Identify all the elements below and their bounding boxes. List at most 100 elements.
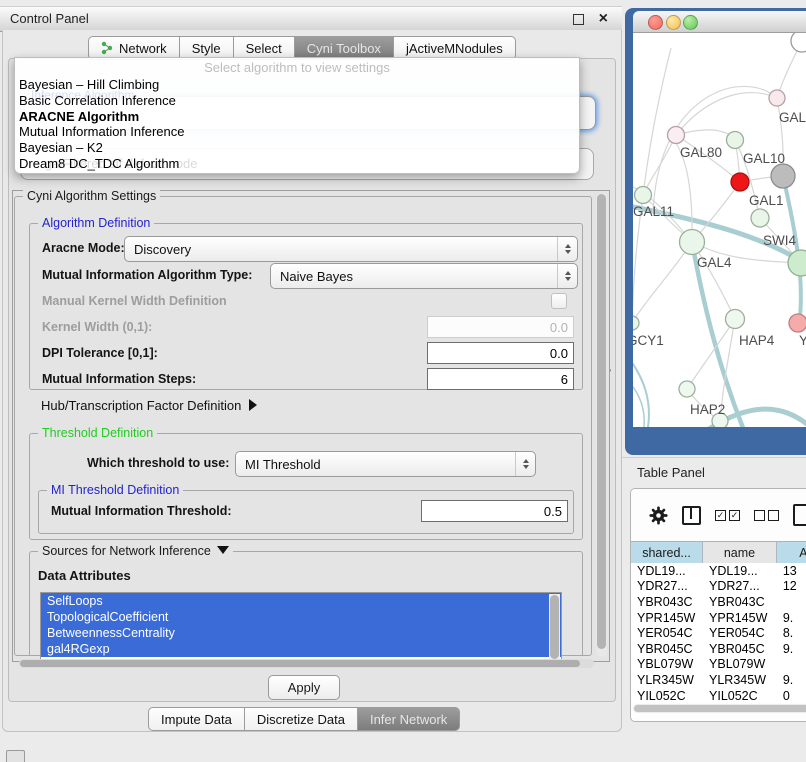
- node-label-gcy1: GCY1: [633, 333, 664, 348]
- checked-box-icon: ✓: [715, 510, 726, 521]
- tab-infer-network[interactable]: Infer Network: [358, 707, 460, 731]
- table-row[interactable]: YBL079WYBL079W: [631, 657, 806, 673]
- combo-spinner-icon[interactable]: [557, 237, 577, 261]
- combo-spinner-icon[interactable]: [557, 264, 577, 288]
- algorithm-option-dream8-dc-tdc-algorithm[interactable]: Dream8 DC_TDC Algorithm: [19, 156, 575, 172]
- table-cell: YPR145W: [703, 611, 777, 625]
- kernel-width-field[interactable]: 0.0: [427, 316, 574, 338]
- gear-icon[interactable]: [649, 506, 668, 525]
- which-threshold-combo[interactable]: MI Threshold: [235, 451, 536, 477]
- table-row[interactable]: YLR345WYLR345W9.: [631, 672, 806, 688]
- network-node[interactable]: [771, 164, 795, 188]
- tab-impute-data[interactable]: Impute Data: [148, 707, 245, 731]
- attribute-item-betweennesscentrality[interactable]: BetweennessCentrality: [41, 625, 561, 641]
- table-cell: 9.: [777, 611, 806, 625]
- settings-horizontal-scrollbar[interactable]: [19, 659, 594, 668]
- table-cell: YBL079W: [631, 657, 703, 671]
- dpi-tolerance-value: 0.0: [550, 346, 568, 361]
- network-view-window[interactable]: GALGAL80GAL10GAL1GAL11SWI4GAL4GCY1HAP4YH…: [625, 8, 806, 455]
- select-all-columns-icon[interactable]: ✓ ✓: [715, 510, 740, 521]
- network-window-titlebar[interactable]: [633, 11, 806, 33]
- network-edge: [643, 48, 671, 195]
- network-node[interactable]: [680, 230, 705, 255]
- network-node[interactable]: [633, 316, 639, 330]
- float-window-icon[interactable]: [573, 14, 584, 25]
- network-node[interactable]: [726, 310, 745, 329]
- traffic-minimize-icon[interactable]: [666, 15, 681, 30]
- attribute-item-selfloops[interactable]: SelfLoops: [41, 593, 561, 609]
- traffic-close-icon[interactable]: [648, 15, 663, 30]
- network-edge: [643, 135, 676, 195]
- mi-type-label: Mutual Information Algorithm Type:: [42, 268, 252, 282]
- attributes-scrollbar[interactable]: [549, 594, 560, 666]
- deselect-all-columns-icon[interactable]: [754, 510, 779, 521]
- hub-tf-definition-toggle[interactable]: Hub/Transcription Factor Definition: [41, 398, 257, 413]
- algorithm-definition-group: Algorithm Definition Aracne Mode: Discov…: [29, 223, 583, 390]
- tab-label: Select: [246, 41, 282, 56]
- algorithm-option-aracne-algorithm[interactable]: ARACNE Algorithm: [19, 109, 575, 125]
- apply-button[interactable]: Apply: [268, 675, 340, 700]
- column-layout-icon[interactable]: [682, 506, 701, 525]
- table-cell: YDL19...: [631, 564, 703, 578]
- table-row[interactable]: YDL19...YDL19...13: [631, 563, 806, 579]
- document-icon[interactable]: [793, 504, 806, 526]
- scrollbar-thumb[interactable]: [597, 194, 606, 649]
- attribute-item-gal4rgexp[interactable]: gal4RGexp: [41, 641, 561, 657]
- algorithm-option-mutual-information-inference[interactable]: Mutual Information Inference: [19, 124, 575, 140]
- dpi-tolerance-field[interactable]: 0.0: [427, 342, 574, 364]
- table-row[interactable]: YBR045CYBR045C9.: [631, 641, 806, 657]
- data-attributes-list[interactable]: SelfLoopsTopologicalCoefficientBetweenne…: [40, 592, 562, 668]
- tab-discretize-data[interactable]: Discretize Data: [245, 707, 358, 731]
- network-node[interactable]: [731, 173, 749, 191]
- kernel-width-value: 0.0: [550, 320, 568, 335]
- algorithm-option-bayesian-k2[interactable]: Bayesian – K2: [19, 140, 575, 156]
- aracne-mode-combo[interactable]: Discovery: [124, 236, 578, 262]
- mi-threshold-definition-group: MI Threshold Definition Mutual Informati…: [38, 490, 574, 534]
- network-node[interactable]: [791, 33, 806, 52]
- cyni-algorithm-settings-title: Cyni Algorithm Settings: [23, 189, 160, 203]
- table-cell: YLR345W: [703, 673, 777, 687]
- table-cell: YBR045C: [703, 642, 777, 656]
- table-row[interactable]: YPR145WYPR145W9.: [631, 610, 806, 626]
- network-node[interactable]: [751, 209, 769, 227]
- scrollbar-thumb[interactable]: [634, 705, 806, 712]
- node-label-hap2: HAP2: [690, 402, 725, 417]
- node-label-gal10: GAL10: [743, 151, 785, 166]
- table-horizontal-scrollbar[interactable]: [633, 704, 806, 713]
- scrollbar-thumb[interactable]: [550, 595, 559, 659]
- screenshot-stage: Control Panel × NetworkStyleSelectCyni T…: [0, 0, 806, 762]
- table-row[interactable]: YBR043CYBR043C: [631, 594, 806, 610]
- network-node[interactable]: [679, 381, 695, 397]
- column-header-name[interactable]: name: [703, 542, 777, 564]
- manual-kernel-checkbox[interactable]: [551, 293, 567, 309]
- attribute-item-topologicalcoefficient[interactable]: TopologicalCoefficient: [41, 609, 561, 625]
- sources-title[interactable]: Sources for Network Inference: [38, 544, 233, 558]
- mi-type-combo[interactable]: Naive Bayes: [270, 263, 578, 289]
- network-node[interactable]: [668, 127, 685, 144]
- settings-vertical-scrollbar[interactable]: [596, 193, 607, 657]
- network-canvas[interactable]: GALGAL80GAL10GAL1GAL11SWI4GAL4GCY1HAP4YH…: [633, 33, 806, 427]
- mi-type-value: Naive Bayes: [280, 269, 353, 284]
- combo-spinner-icon[interactable]: [515, 452, 535, 476]
- algorithm-option-bayesian-hill-climbing[interactable]: Bayesian – Hill Climbing: [19, 77, 575, 93]
- network-node[interactable]: [769, 90, 785, 106]
- table-row[interactable]: YDR27...YDR27...12: [631, 579, 806, 595]
- scrollbar-thumb[interactable]: [20, 660, 580, 667]
- traffic-zoom-icon[interactable]: [683, 15, 698, 30]
- dpi-tolerance-label: DPI Tolerance [0,1]:: [42, 346, 158, 360]
- algorithm-option-basic-correlation-inference[interactable]: Basic Correlation Inference: [19, 93, 575, 109]
- column-header-a[interactable]: A: [777, 542, 806, 564]
- mi-threshold-field[interactable]: 0.5: [421, 500, 568, 522]
- cyni-mode-tab-bar: Impute DataDiscretize DataInfer Network: [148, 707, 460, 729]
- network-node[interactable]: [727, 132, 744, 149]
- dock-panel-icon[interactable]: [6, 750, 25, 762]
- table-row[interactable]: YIL052CYIL052C0: [631, 688, 806, 703]
- column-header-shared[interactable]: shared...: [631, 542, 703, 564]
- network-node[interactable]: [789, 314, 806, 332]
- network-node[interactable]: [635, 187, 652, 204]
- mi-steps-field[interactable]: 6: [427, 368, 574, 390]
- algorithm-dropdown-items: Bayesian – Hill ClimbingBasic Correlatio…: [19, 77, 575, 172]
- table-row[interactable]: YER054CYER054C8.: [631, 625, 806, 641]
- close-icon[interactable]: ×: [599, 8, 608, 30]
- table-panel-title: Table Panel: [637, 465, 705, 480]
